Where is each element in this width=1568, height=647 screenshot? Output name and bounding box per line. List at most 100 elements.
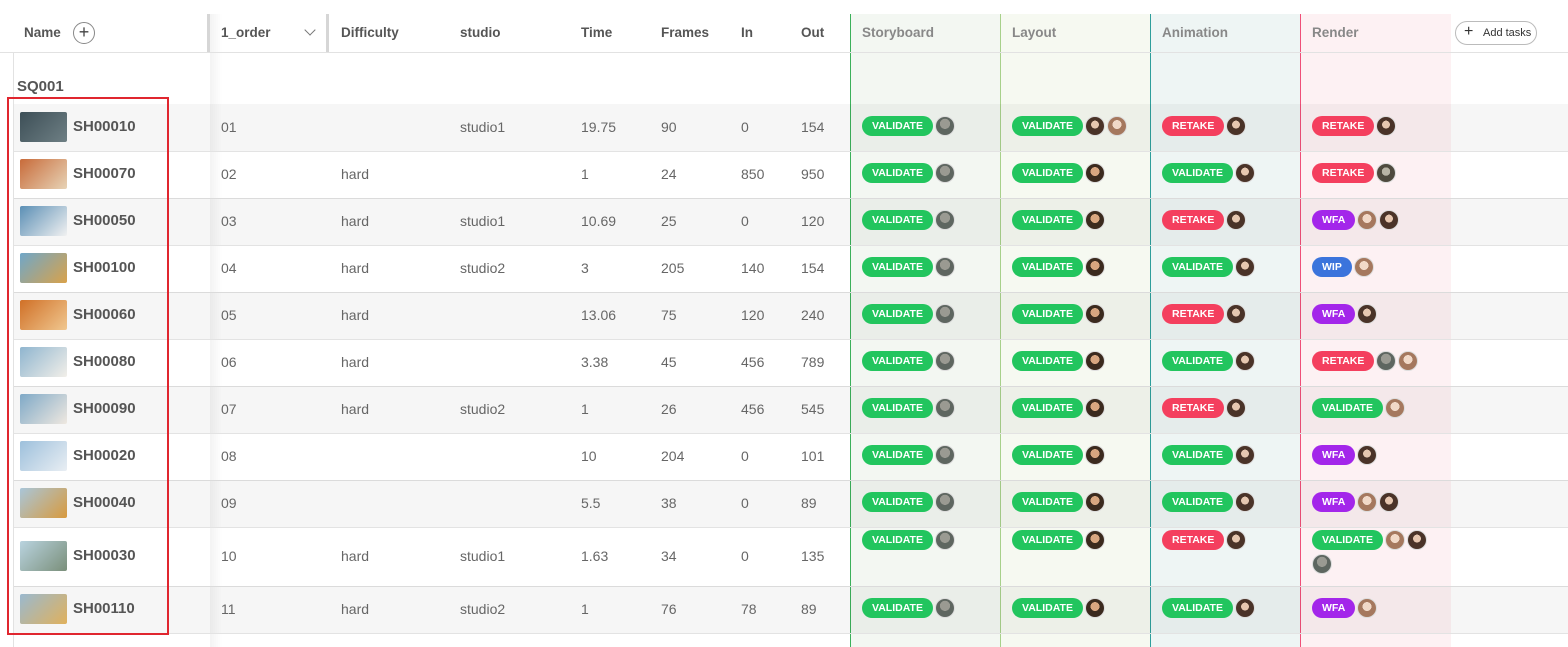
frames-cell[interactable]: 38 — [661, 495, 677, 511]
order-cell[interactable]: 07 — [221, 401, 237, 417]
difficulty-cell[interactable]: hard — [341, 213, 369, 229]
assignee-avatar[interactable] — [1084, 598, 1105, 618]
time-cell[interactable]: 10.69 — [581, 213, 616, 229]
status-badge[interactable]: RETAKE — [1162, 304, 1225, 324]
status-badge[interactable]: RETAKE — [1312, 163, 1375, 183]
status-badge[interactable]: VALIDATE — [862, 163, 933, 183]
status-badge[interactable]: VALIDATE — [862, 304, 933, 324]
header-name[interactable]: Name — [24, 14, 61, 52]
task-cell-layout[interactable]: VALIDATE — [1012, 598, 1105, 618]
assignee-avatar[interactable] — [1353, 257, 1374, 277]
time-cell[interactable]: 10 — [581, 448, 597, 464]
shot-thumbnail[interactable] — [20, 159, 67, 189]
out-cell[interactable]: 240 — [801, 307, 824, 323]
task-cell-layout[interactable]: VALIDATE — [1012, 210, 1105, 230]
assignee-avatar[interactable] — [1398, 351, 1419, 371]
status-badge[interactable]: WFA — [1312, 304, 1356, 324]
table-row[interactable]: SH00080 06 hard 3.38 45 456 789 VALIDATE VALIDAT… — [14, 339, 1568, 387]
time-cell[interactable]: 1.63 — [581, 548, 608, 564]
assignee-avatar[interactable] — [1106, 116, 1127, 136]
status-badge[interactable]: VALIDATE — [1012, 116, 1083, 136]
time-cell[interactable]: 5.5 — [581, 495, 600, 511]
status-badge[interactable]: VALIDATE — [1012, 492, 1083, 512]
out-cell[interactable]: 789 — [801, 354, 824, 370]
table-row[interactable]: SH00010 01 studio1 19.75 90 0 154 VALIDATE VALID… — [14, 104, 1568, 152]
header-task-layout[interactable]: Layout — [1012, 14, 1056, 52]
status-badge[interactable]: VALIDATE — [862, 116, 933, 136]
header-frames[interactable]: Frames — [661, 14, 709, 52]
task-cell-animation[interactable]: VALIDATE — [1162, 163, 1255, 183]
order-cell[interactable]: 04 — [221, 260, 237, 276]
order-cell[interactable]: 03 — [221, 213, 237, 229]
order-cell[interactable]: 05 — [221, 307, 237, 323]
assignee-avatar[interactable] — [1226, 398, 1247, 418]
status-badge[interactable]: WFA — [1312, 445, 1356, 465]
status-badge[interactable]: WFA — [1312, 492, 1356, 512]
shot-name[interactable]: SH00110 — [73, 600, 135, 617]
add-column-button[interactable]: + — [73, 22, 95, 44]
header-time[interactable]: Time — [581, 14, 612, 52]
status-badge[interactable]: VALIDATE — [1012, 257, 1083, 277]
assignee-avatar[interactable] — [1084, 492, 1105, 512]
task-cell-layout[interactable]: VALIDATE — [1012, 304, 1105, 324]
header-task-animation[interactable]: Animation — [1162, 14, 1228, 52]
frames-cell[interactable]: 90 — [661, 119, 677, 135]
status-badge[interactable]: RETAKE — [1162, 530, 1225, 550]
shot-thumbnail[interactable] — [20, 541, 67, 571]
task-cell-layout[interactable]: VALIDATE — [1012, 116, 1127, 136]
status-badge[interactable]: VALIDATE — [1012, 398, 1083, 418]
shot-thumbnail[interactable] — [20, 253, 67, 283]
in-cell[interactable]: 456 — [741, 401, 764, 417]
task-cell-layout[interactable]: VALIDATE — [1012, 163, 1105, 183]
assignee-avatar[interactable] — [1376, 116, 1397, 136]
difficulty-cell[interactable]: hard — [341, 401, 369, 417]
assignee-avatar[interactable] — [934, 163, 955, 183]
header-task-render[interactable]: Render — [1312, 14, 1359, 52]
shot-thumbnail[interactable] — [20, 441, 67, 471]
studio-cell[interactable]: studio2 — [460, 601, 505, 617]
task-cell-render[interactable]: WFA — [1312, 210, 1400, 230]
task-cell-render[interactable]: WIP — [1312, 257, 1374, 277]
time-cell[interactable]: 1 — [581, 401, 589, 417]
table-row[interactable]: SH00110 11 hard studio2 1 76 78 89 VALIDATE VALID… — [14, 586, 1568, 634]
assignee-avatar[interactable] — [934, 492, 955, 512]
task-cell-layout[interactable]: VALIDATE — [1012, 492, 1105, 512]
assignee-avatar[interactable] — [1084, 163, 1105, 183]
status-badge[interactable]: WFA — [1312, 598, 1356, 618]
assignee-avatar[interactable] — [1357, 210, 1378, 230]
task-cell-storyboard[interactable]: VALIDATE — [862, 530, 955, 550]
assignee-avatar[interactable] — [1357, 304, 1378, 324]
frames-cell[interactable]: 75 — [661, 307, 677, 323]
task-cell-layout[interactable]: VALIDATE — [1012, 530, 1105, 550]
assignee-avatar[interactable] — [1234, 492, 1255, 512]
task-cell-render[interactable]: WFA — [1312, 598, 1378, 618]
assignee-avatar[interactable] — [1226, 530, 1247, 550]
order-cell[interactable]: 02 — [221, 166, 237, 182]
task-cell-storyboard[interactable]: VALIDATE — [862, 398, 955, 418]
status-badge[interactable]: VALIDATE — [1312, 398, 1383, 418]
status-badge[interactable]: VALIDATE — [1012, 304, 1083, 324]
task-cell-storyboard[interactable]: VALIDATE — [862, 257, 955, 277]
difficulty-cell[interactable]: hard — [341, 548, 369, 564]
status-badge[interactable]: VALIDATE — [862, 351, 933, 371]
assignee-avatar[interactable] — [1234, 445, 1255, 465]
status-badge[interactable]: VALIDATE — [862, 530, 933, 550]
task-cell-animation[interactable]: RETAKE — [1162, 210, 1247, 230]
time-cell[interactable]: 19.75 — [581, 119, 616, 135]
status-badge[interactable]: VALIDATE — [1012, 445, 1083, 465]
task-cell-layout[interactable]: VALIDATE — [1012, 398, 1105, 418]
task-cell-animation[interactable]: RETAKE — [1162, 304, 1247, 324]
status-badge[interactable]: WIP — [1312, 257, 1352, 277]
table-row[interactable]: SH00040 09 5.5 38 0 89 VALIDATE VALIDATE VALIDAT… — [14, 480, 1568, 528]
status-badge[interactable]: RETAKE — [1312, 116, 1375, 136]
out-cell[interactable]: 154 — [801, 119, 824, 135]
frames-cell[interactable]: 76 — [661, 601, 677, 617]
frames-cell[interactable]: 34 — [661, 548, 677, 564]
assignee-avatar[interactable] — [1234, 257, 1255, 277]
assignee-avatar[interactable] — [1084, 210, 1105, 230]
order-cell[interactable]: 11 — [221, 601, 236, 617]
task-cell-animation[interactable]: RETAKE — [1162, 398, 1247, 418]
task-cell-layout[interactable]: VALIDATE — [1012, 445, 1105, 465]
assignee-avatar[interactable] — [1379, 210, 1400, 230]
task-cell-layout[interactable]: VALIDATE — [1012, 257, 1105, 277]
